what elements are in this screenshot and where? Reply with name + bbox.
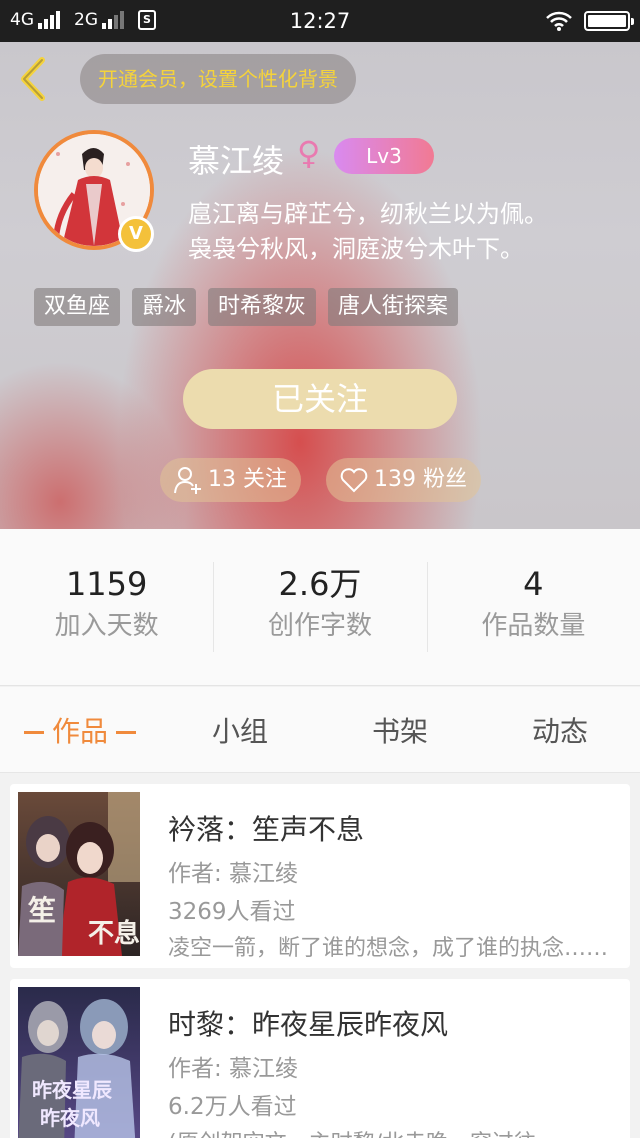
stat-works: 4 作品数量 <box>426 562 640 652</box>
profile-header: 开通会员，设置个性化背景 V 慕江绫 ♀ Lv3 扈江离与辟芷兮，纫秋兰以为佩。… <box>0 42 640 529</box>
book-title[interactable]: 时黎：昨夜星辰昨夜风 <box>168 1003 448 1043</box>
svg-text:不息: 不息 <box>88 918 140 949</box>
tab-bar: 作品 小组 书架 动态 <box>0 687 640 773</box>
stat-words: 2.6万 创作字数 <box>213 562 426 652</box>
book-views: 3269人看过 <box>168 899 296 925</box>
tab-group[interactable]: 小组 <box>160 710 320 750</box>
following-count: 13 关注 <box>208 467 287 492</box>
battery-icon <box>584 11 634 31</box>
svg-text:昨夜星辰: 昨夜星辰 <box>32 1078 113 1102</box>
user-name: 慕江绫 <box>188 142 285 180</box>
tag-item[interactable]: 时希黎灰 <box>208 288 317 326</box>
fans-count: 139 粉丝 <box>374 467 467 492</box>
cover-image: 笙 不息 <box>18 792 140 956</box>
stat-days: 1159 加入天数 <box>0 562 213 652</box>
back-button[interactable] <box>14 56 54 102</box>
clock: 12:27 <box>289 9 351 33</box>
status-bar: 4G 2G S 12:27 <box>0 0 640 42</box>
svg-text:昨夜风: 昨夜风 <box>40 1106 100 1130</box>
stat-label: 加入天数 <box>54 611 159 641</box>
stat-value: 2.6万 <box>278 565 362 603</box>
stat-label: 创作字数 <box>267 611 372 641</box>
book-author: 作者: 慕江绫 <box>168 861 299 887</box>
tag-item[interactable]: 唐人街探案 <box>328 288 459 326</box>
book-views: 6.2万人看过 <box>168 1094 297 1120</box>
level-badge: Lv3 <box>334 138 434 174</box>
book-author: 作者: 慕江绫 <box>168 1056 299 1082</box>
chevron-left-icon <box>21 57 45 101</box>
tab-indicator <box>116 731 136 734</box>
book-cover[interactable]: 笙 不息 <box>18 792 140 956</box>
status-icons <box>546 11 634 31</box>
tag-list: 双鱼座 爵冰 时希黎灰 唐人街探案 <box>34 288 459 326</box>
tag-item[interactable]: 双鱼座 <box>34 288 121 326</box>
tab-indicator <box>23 731 44 734</box>
bio-line: 袅袅兮秋风，洞庭波兮木叶下。 <box>188 235 524 263</box>
following-button[interactable]: 13 关注 <box>160 458 301 502</box>
stat-value: 1159 <box>65 565 148 603</box>
stats-bar: 1159 加入天数 2.6万 创作字数 4 作品数量 <box>0 529 640 686</box>
follow-button[interactable]: 已关注 <box>183 369 457 429</box>
book-description: (原创架空文，主时黎/北寺晚，穿过往…… <box>168 1125 608 1138</box>
vip-banner[interactable]: 开通会员，设置个性化背景 <box>80 54 356 104</box>
stat-label: 作品数量 <box>481 611 586 641</box>
book-card[interactable]: 笙 不息 衿落：笙声不息 作者: 慕江绫 3269人看过 凌空一箭，断了谁的想念… <box>10 784 630 968</box>
tab-bookshelf[interactable]: 书架 <box>320 710 480 750</box>
fans-button[interactable]: 139 粉丝 <box>326 458 481 502</box>
book-cover[interactable]: 昨夜星辰 昨夜风 <box>18 987 140 1138</box>
heart-icon <box>340 468 368 493</box>
verified-badge: V <box>118 216 154 252</box>
cover-image: 昨夜星辰 昨夜风 <box>18 987 140 1138</box>
tab-activity[interactable]: 动态 <box>480 710 640 750</box>
tag-item[interactable]: 爵冰 <box>132 288 197 326</box>
female-icon: ♀ <box>297 134 321 172</box>
book-title[interactable]: 衿落：笙声不息 <box>168 808 364 848</box>
book-description: 凌空一箭，断了谁的想念，成了谁的执念…… <box>168 936 608 961</box>
stat-value: 4 <box>523 565 544 603</box>
user-add-icon <box>174 467 201 494</box>
wifi-icon <box>546 11 572 31</box>
tab-label: 作品 <box>51 714 108 748</box>
bio-line: 扈江离与辟芷兮，纫秋兰以为佩。 <box>188 200 548 228</box>
svg-text:笙: 笙 <box>27 894 56 927</box>
book-card[interactable]: 昨夜星辰 昨夜风 时黎：昨夜星辰昨夜风 作者: 慕江绫 6.2万人看过 (原创架… <box>10 979 630 1138</box>
tab-works[interactable]: 作品 <box>0 710 160 750</box>
user-bio: 扈江离与辟芷兮，纫秋兰以为佩。 袅袅兮秋风，洞庭波兮木叶下。 <box>188 197 608 267</box>
